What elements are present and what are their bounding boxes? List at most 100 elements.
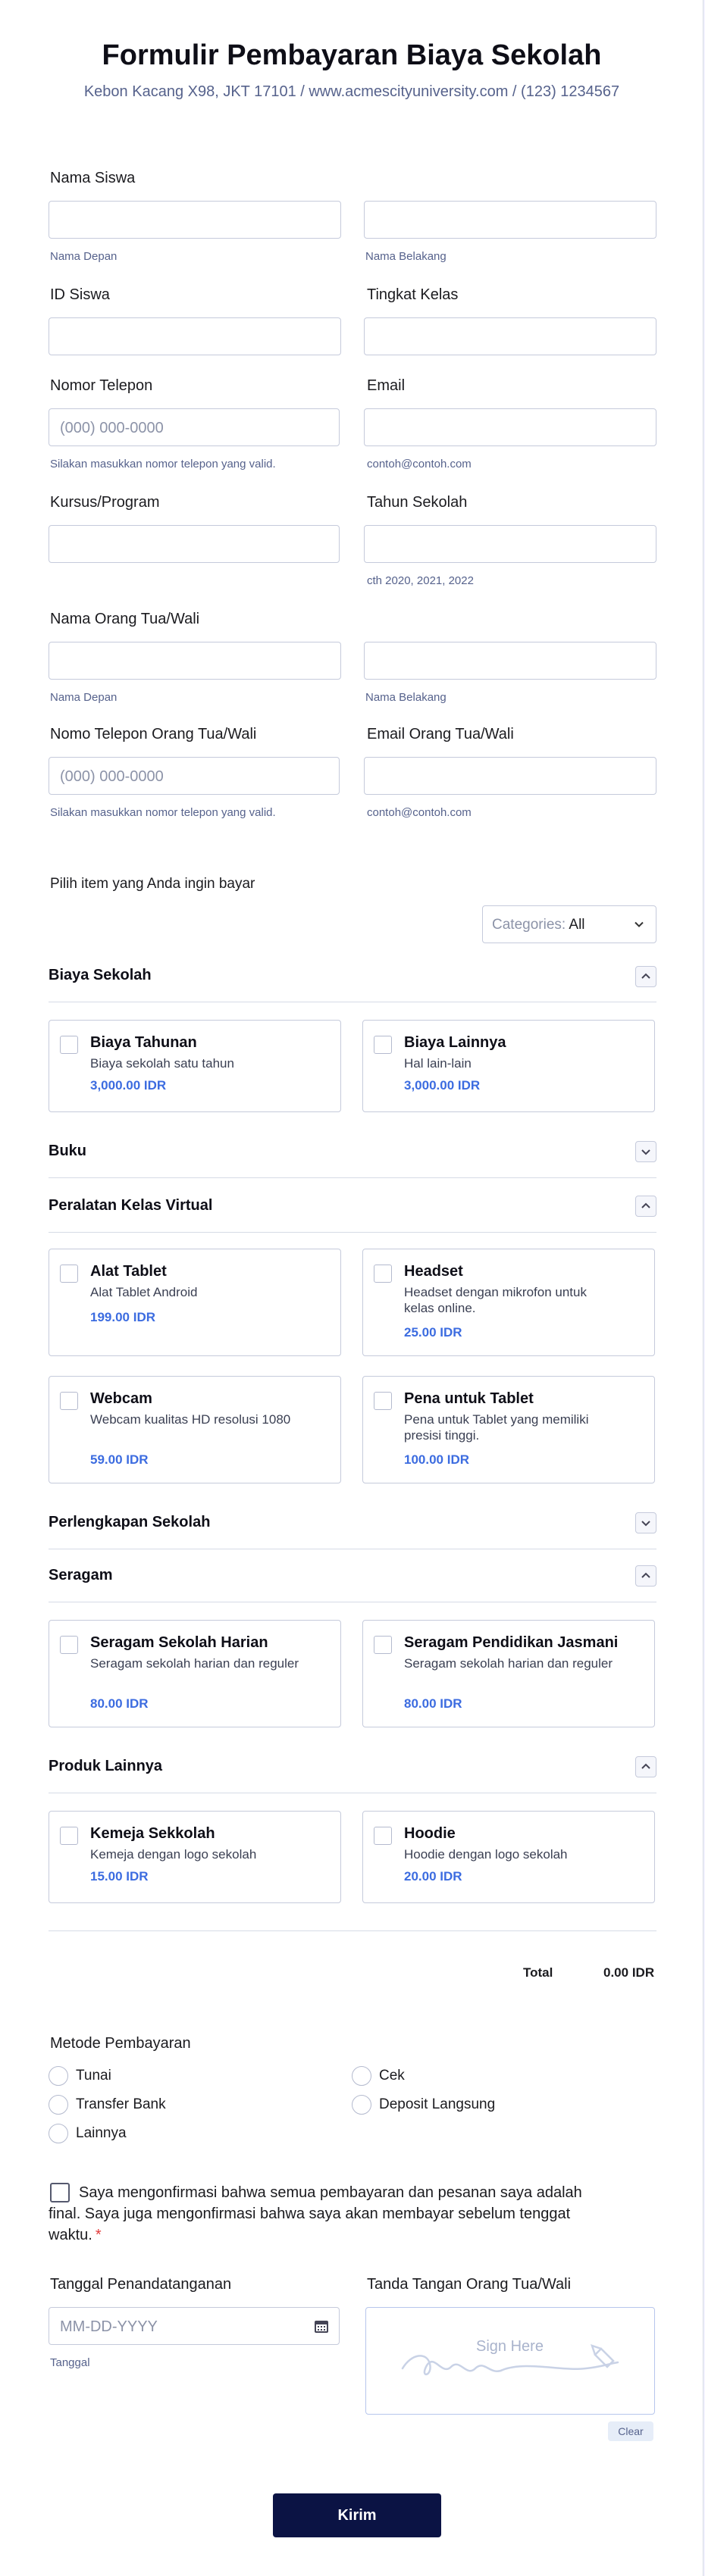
course-input[interactable] bbox=[49, 525, 340, 563]
phone-placeholder: (000) 000-0000 bbox=[60, 420, 164, 436]
radio-label-lainnya: Lainnya bbox=[76, 2125, 127, 2141]
section-title-peralatan-kelas-virtual[interactable]: Peralatan Kelas Virtual bbox=[49, 1197, 212, 1215]
parent-email-input[interactable] bbox=[364, 757, 656, 795]
school-year-sublabel: cth 2020, 2021, 2022 bbox=[367, 574, 474, 587]
student-id-input[interactable] bbox=[49, 317, 341, 355]
section-divider bbox=[49, 1177, 656, 1178]
product-price: 20.00 IDR bbox=[404, 1869, 462, 1884]
signature-date-sublabel: Tanggal bbox=[50, 2356, 90, 2369]
section-toggle-peralatan-kelas-virtual[interactable] bbox=[635, 1196, 656, 1217]
product-checkbox[interactable] bbox=[60, 1036, 78, 1054]
product-card[interactable]: Pena untuk Tablet Pena untuk Tablet yang… bbox=[362, 1376, 655, 1483]
product-description: Pena untuk Tablet yang memiliki presisi … bbox=[404, 1412, 589, 1443]
product-description: Seragam sekolah harian dan reguler bbox=[404, 1656, 613, 1671]
submit-button[interactable]: Kirim bbox=[273, 2493, 441, 2537]
section-toggle-buku[interactable] bbox=[635, 1141, 656, 1162]
product-description: Alat Tablet Android bbox=[90, 1285, 198, 1299]
product-name: Hoodie bbox=[404, 1825, 456, 1842]
radio-cek[interactable] bbox=[352, 2066, 371, 2086]
page-subtitle: Kebon Kacang X98, JKT 17101 / www.acmesc… bbox=[83, 83, 620, 100]
section-toggle-seragam[interactable] bbox=[635, 1565, 656, 1587]
radio-deposit-langsung[interactable] bbox=[352, 2095, 371, 2115]
product-checkbox[interactable] bbox=[60, 1827, 78, 1845]
student-last-name-input[interactable] bbox=[364, 201, 656, 239]
student-name-label: Nama Siswa bbox=[50, 170, 136, 186]
radio-transfer-bank[interactable] bbox=[49, 2095, 68, 2115]
product-card[interactable]: Kemeja Sekkolah Kemeja dengan logo sekol… bbox=[49, 1811, 341, 1903]
product-card[interactable]: Hoodie Hoodie dengan logo sekolah 20.00 … bbox=[362, 1811, 655, 1903]
product-card[interactable]: Webcam Webcam kualitas HD resolusi 1080 … bbox=[49, 1376, 341, 1483]
radio-lainnya[interactable] bbox=[49, 2124, 68, 2143]
radio-label-deposit-langsung: Deposit Langsung bbox=[379, 2096, 496, 2112]
section-title-perlengkapan-sekolah[interactable]: Perlengkapan Sekolah bbox=[49, 1514, 210, 1531]
payment-method-label: Metode Pembayaran bbox=[50, 2035, 191, 2052]
product-checkbox[interactable] bbox=[60, 1265, 78, 1283]
product-name: Seragam Sekolah Harian bbox=[90, 1634, 268, 1651]
signature-date-input[interactable]: MM-DD-YYYY bbox=[49, 2307, 340, 2345]
calendar-icon[interactable] bbox=[315, 2319, 328, 2333]
product-name: Headset bbox=[404, 1263, 463, 1280]
chevron-up-icon bbox=[641, 1202, 650, 1208]
product-card[interactable]: Alat Tablet Alat Tablet Android 199.00 I… bbox=[49, 1249, 341, 1356]
parent-phone-placeholder: (000) 000-0000 bbox=[60, 768, 164, 785]
product-card[interactable]: Headset Headset dengan mikrofon untuk ke… bbox=[362, 1249, 655, 1356]
signature-pad[interactable]: Sign Here bbox=[365, 2307, 655, 2415]
page: Formulir Pembayaran Biaya Sekolah Kebon … bbox=[0, 0, 705, 2576]
section-title-seragam[interactable]: Seragam bbox=[49, 1567, 113, 1584]
signature-date-label: Tanggal Penandatanganan bbox=[50, 2276, 232, 2293]
parent-phone-input[interactable]: (000) 000-0000 bbox=[49, 757, 340, 795]
product-checkbox[interactable] bbox=[60, 1392, 78, 1410]
radio-label-tunai: Tunai bbox=[76, 2068, 111, 2084]
parent-email-sublabel: contoh@contoh.com bbox=[367, 806, 472, 819]
section-title-biaya-sekolah[interactable]: Biaya Sekolah bbox=[49, 967, 152, 984]
product-card[interactable]: Biaya Lainnya Hal lain-lain 3,000.00 IDR bbox=[362, 1020, 655, 1112]
product-description: Headset dengan mikrofon untuk kelas onli… bbox=[404, 1285, 587, 1315]
chevron-down-icon bbox=[634, 921, 644, 927]
product-checkbox[interactable] bbox=[60, 1636, 78, 1654]
page-title: Formulir Pembayaran Biaya Sekolah bbox=[102, 39, 602, 71]
clear-signature-button[interactable]: Clear bbox=[608, 2421, 653, 2441]
section-title-produk-lainnya[interactable]: Produk Lainnya bbox=[49, 1758, 162, 1775]
product-card[interactable]: Biaya Tahunan Biaya sekolah satu tahun 3… bbox=[49, 1020, 341, 1112]
section-toggle-perlengkapan-sekolah[interactable] bbox=[635, 1512, 656, 1533]
radio-tunai[interactable] bbox=[49, 2066, 68, 2086]
product-checkbox[interactable] bbox=[374, 1636, 392, 1654]
student-id-label: ID Siswa bbox=[50, 286, 110, 303]
product-checkbox[interactable] bbox=[374, 1265, 392, 1283]
product-price: 3,000.00 IDR bbox=[404, 1078, 481, 1093]
chevron-down-icon bbox=[641, 1521, 650, 1527]
chevron-up-icon bbox=[641, 1763, 650, 1769]
phone-input[interactable]: (000) 000-0000 bbox=[49, 408, 340, 446]
product-card[interactable]: Seragam Pendidikan Jasmani Seragam sekol… bbox=[362, 1620, 655, 1727]
school-year-input[interactable] bbox=[364, 525, 656, 563]
product-name: Kemeja Sekkolah bbox=[90, 1825, 215, 1842]
product-checkbox[interactable] bbox=[374, 1036, 392, 1054]
parent-first-name-input[interactable] bbox=[49, 642, 341, 680]
section-title-buku[interactable]: Buku bbox=[49, 1143, 86, 1160]
product-checkbox[interactable] bbox=[374, 1827, 392, 1845]
parent-email-label: Email Orang Tua/Wali bbox=[367, 726, 514, 742]
student-first-name-sublabel: Nama Depan bbox=[50, 250, 118, 263]
parent-name-label: Nama Orang Tua/Wali bbox=[50, 611, 200, 627]
grade-input[interactable] bbox=[364, 317, 656, 355]
parent-last-name-input[interactable] bbox=[364, 642, 656, 680]
email-input[interactable] bbox=[364, 408, 656, 446]
student-first-name-input[interactable] bbox=[49, 201, 341, 239]
product-price: 80.00 IDR bbox=[404, 1696, 462, 1711]
section-toggle-biaya-sekolah[interactable] bbox=[635, 966, 656, 987]
student-last-name-sublabel: Nama Belakang bbox=[365, 250, 446, 263]
product-description: Webcam kualitas HD resolusi 1080 bbox=[90, 1412, 291, 1427]
section-toggle-produk-lainnya[interactable] bbox=[635, 1756, 656, 1777]
product-description: Seragam sekolah harian dan reguler bbox=[90, 1656, 299, 1671]
product-price: 3,000.00 IDR bbox=[90, 1078, 167, 1093]
parent-last-name-sublabel: Nama Belakang bbox=[365, 691, 446, 704]
school-year-label: Tahun Sekolah bbox=[367, 494, 468, 511]
product-description: Biaya sekolah satu tahun bbox=[90, 1056, 234, 1071]
product-description: Hoodie dengan logo sekolah bbox=[404, 1847, 568, 1862]
category-select[interactable]: Categories: All bbox=[482, 905, 656, 943]
product-card[interactable]: Seragam Sekolah Harian Seragam sekolah h… bbox=[49, 1620, 341, 1727]
phone-label: Nomor Telepon bbox=[50, 377, 153, 394]
product-checkbox[interactable] bbox=[374, 1392, 392, 1410]
product-name: Biaya Lainnya bbox=[404, 1034, 506, 1051]
product-name: Alat Tablet bbox=[90, 1263, 167, 1280]
